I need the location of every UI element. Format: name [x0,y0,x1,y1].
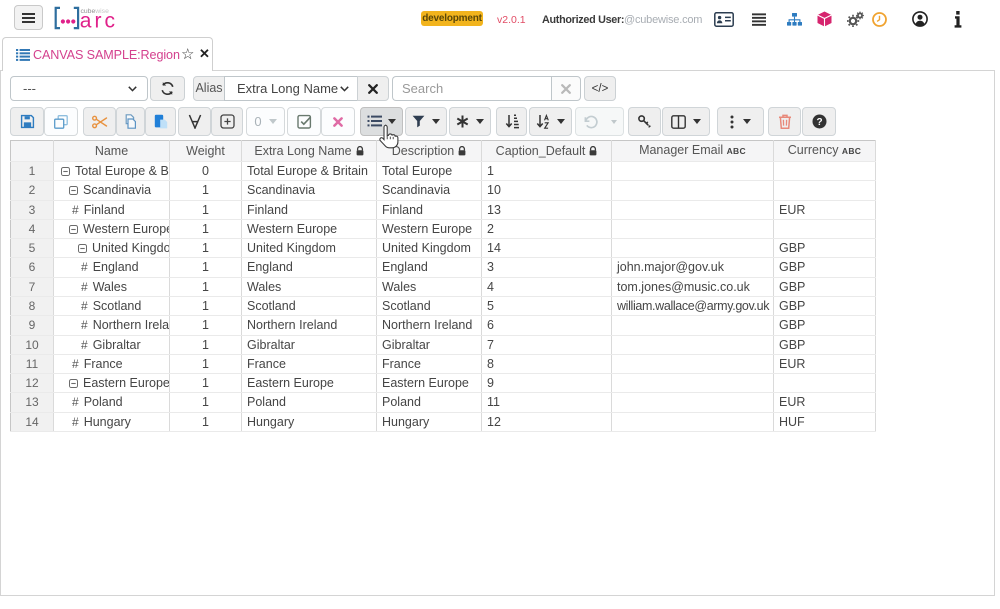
svg-text:arc: arc [80,10,118,33]
svg-text:?: ? [816,117,822,128]
